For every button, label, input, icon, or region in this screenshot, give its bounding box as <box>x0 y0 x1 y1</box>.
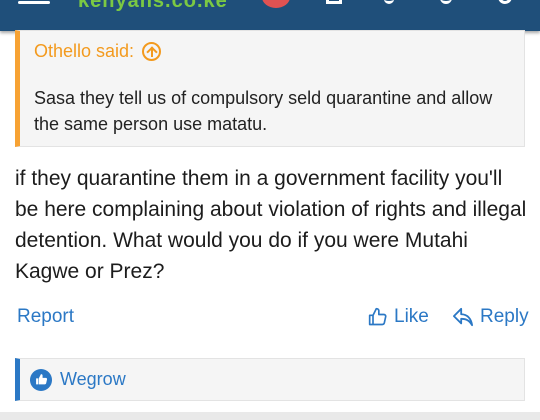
top-app-bar: kenyans.co.ke <box>0 0 540 31</box>
bell-icon[interactable] <box>384 0 394 4</box>
report-button[interactable]: Report <box>17 306 74 328</box>
inbox-icon[interactable] <box>326 0 342 4</box>
reactions-bar[interactable]: Wegrow <box>15 358 525 401</box>
like-button[interactable]: Like <box>368 306 429 328</box>
quote-author-label[interactable]: Othello said: <box>34 41 134 62</box>
like-reaction-icon <box>30 368 52 391</box>
divider <box>0 412 540 420</box>
post-actions: Report Like Reply <box>0 306 540 338</box>
like-label[interactable]: Like <box>394 306 429 328</box>
post-body: if they quarantine them in a government … <box>15 167 527 283</box>
quote-attribution[interactable]: Othello said: <box>34 41 162 62</box>
reaction-user-link[interactable]: Wegrow <box>60 369 126 390</box>
site-logo[interactable]: kenyans.co.ke <box>78 0 228 13</box>
reply-arrow-icon[interactable] <box>452 307 474 327</box>
quote-text: Sasa they tell us of compulsory seld qua… <box>34 88 493 134</box>
hamburger-menu-icon[interactable] <box>18 0 50 6</box>
reply-button[interactable]: Reply <box>452 306 529 328</box>
thumbs-up-icon[interactable] <box>368 307 388 327</box>
search-icon[interactable] <box>498 0 512 4</box>
notification-badge[interactable] <box>262 0 290 8</box>
reply-label[interactable]: Reply <box>480 306 529 328</box>
quote-block: Othello said: Sasa they tell us of compu… <box>15 30 525 147</box>
report-label[interactable]: Report <box>17 306 74 328</box>
jump-to-quote-icon[interactable] <box>142 42 162 61</box>
user-icon[interactable] <box>440 0 452 4</box>
